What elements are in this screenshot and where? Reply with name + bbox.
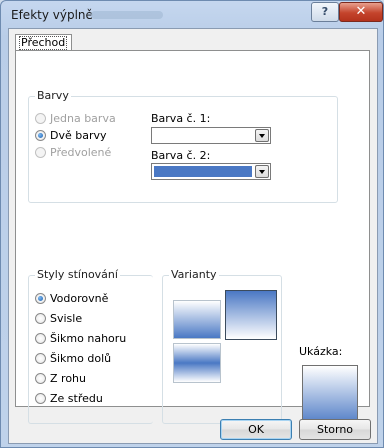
variant-2[interactable] <box>225 290 277 340</box>
title-blurred-text <box>91 11 163 19</box>
radio-preset-icon <box>35 147 46 158</box>
chevron-down-icon[interactable] <box>255 129 269 142</box>
radio-one-color-label: Jedna barva <box>50 112 116 125</box>
window-title: Efekty výplně <box>11 8 93 22</box>
dialog-body: Přechod Barvy Jedna barva Dvě barvy Před… <box>8 28 378 444</box>
radio-from-corner[interactable]: Z rohu <box>35 372 86 386</box>
shading-styles-group: Styly stínování Vodorovně Svisle Šikmo n… <box>28 269 153 424</box>
color1-select[interactable] <box>151 127 271 144</box>
fill-effects-dialog: Efekty výplně ? ✕ Přechod Barvy Jedna ba… <box>0 0 384 448</box>
radio-preset-label: Předvolené <box>50 146 112 159</box>
radio-vertical[interactable]: Svisle <box>35 312 82 326</box>
radio-vertical-icon <box>35 313 46 324</box>
radio-one-color-icon <box>35 113 46 124</box>
gradient-panel: Barvy Jedna barva Dvě barvy Předvolené B… <box>15 50 370 427</box>
radio-from-center[interactable]: Ze středu <box>35 392 103 406</box>
radio-horizontal-label: Vodorovně <box>50 292 109 305</box>
color2-swatch <box>154 166 252 177</box>
title-bar[interactable]: Efekty výplně ? ✕ <box>1 1 383 29</box>
radio-two-colors[interactable]: Dvě barvy <box>35 129 107 143</box>
radio-from-center-icon <box>35 393 46 404</box>
radio-diagonal-down-label: Šikmo dolů <box>50 352 112 365</box>
radio-from-corner-label: Z rohu <box>50 372 86 385</box>
help-button[interactable]: ? <box>311 2 339 22</box>
radio-diagonal-up-label: Šikmo nahoru <box>50 332 127 345</box>
radio-two-colors-icon <box>35 130 46 141</box>
variants-group-label: Varianty <box>169 268 219 281</box>
radio-horizontal-icon <box>35 293 46 304</box>
radio-vertical-label: Svisle <box>50 312 83 325</box>
shading-styles-label: Styly stínování <box>35 268 120 281</box>
variant-3[interactable] <box>173 343 221 383</box>
radio-diagonal-down-icon <box>35 353 46 364</box>
variant-1[interactable] <box>173 300 221 339</box>
cancel-button[interactable]: Storno <box>299 419 371 440</box>
radio-from-corner-icon <box>35 373 46 384</box>
close-button[interactable]: ✕ <box>339 2 383 22</box>
radio-from-center-label: Ze středu <box>50 392 103 405</box>
color1-label: Barva č. 1: <box>151 112 211 125</box>
ok-button[interactable]: OK <box>220 419 292 440</box>
tab-gradient-label: Přechod <box>19 36 68 50</box>
variants-group: Varianty <box>162 269 282 424</box>
color1-swatch <box>154 130 252 141</box>
tab-gradient[interactable]: Přechod <box>15 34 72 50</box>
radio-diagonal-down[interactable]: Šikmo dolů <box>35 352 111 366</box>
colors-group: Barvy Jedna barva Dvě barvy Předvolené B… <box>28 90 338 203</box>
sample-label: Ukázka: <box>299 345 343 358</box>
colors-group-label: Barvy <box>35 89 71 102</box>
radio-diagonal-up-icon <box>35 333 46 344</box>
chevron-down-icon[interactable] <box>255 165 269 178</box>
color2-label: Barva č. 2: <box>151 149 211 162</box>
sample-preview <box>302 365 358 427</box>
radio-preset[interactable]: Předvolené <box>35 146 111 160</box>
radio-diagonal-up[interactable]: Šikmo nahoru <box>35 332 126 346</box>
radio-one-color[interactable]: Jedna barva <box>35 112 116 126</box>
radio-two-colors-label: Dvě barvy <box>50 129 107 142</box>
color2-select[interactable] <box>151 163 271 180</box>
radio-horizontal[interactable]: Vodorovně <box>35 292 108 306</box>
